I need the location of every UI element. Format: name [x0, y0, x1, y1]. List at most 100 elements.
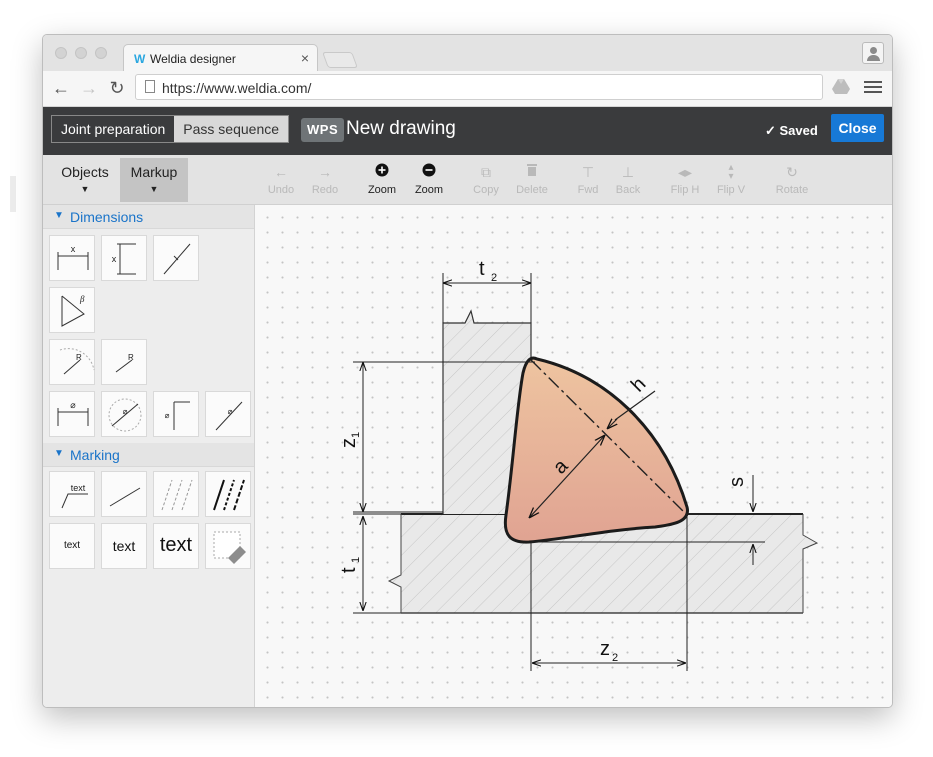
- reload-icon[interactable]: ↻: [105, 76, 129, 100]
- marking-title: Marking: [70, 447, 120, 463]
- send-back-button[interactable]: ⊥ Back: [605, 163, 651, 196]
- close-button[interactable]: Close: [831, 114, 884, 142]
- browser-window: W Weldia designer × ← → ↻ https://www.we…: [42, 34, 893, 708]
- address-toolbar: ← → ↻ https://www.weldia.com/: [43, 71, 892, 107]
- z1-label: z: [338, 438, 360, 448]
- rotate-button[interactable]: ↻ Rotate: [769, 163, 815, 196]
- dim-x-label: x: [112, 254, 117, 264]
- text-large-tool[interactable]: text: [153, 523, 199, 569]
- drawing-canvas[interactable]: t 2 z 1 t 1 z 2 s a h: [255, 205, 892, 707]
- hatch-bold-tool[interactable]: [205, 471, 251, 517]
- copy-icon: ⧉: [481, 164, 491, 180]
- tab-title: Weldia designer: [150, 52, 236, 66]
- linear-vertical-dimension-tool[interactable]: x: [101, 235, 147, 281]
- forward-arrow-icon[interactable]: →: [77, 76, 101, 100]
- redo-label: Redo: [311, 184, 339, 196]
- weld-drawing[interactable]: t 2 z 1 t 1 z 2 s a h: [255, 205, 892, 707]
- saved-status: ✓ Saved: [765, 123, 818, 138]
- diameter-linear-tool[interactable]: ⌀: [49, 391, 95, 437]
- mark-text-small-label: text: [63, 540, 81, 551]
- radius-leader-tool[interactable]: R: [101, 339, 147, 385]
- text-medium-tool[interactable]: text: [101, 523, 147, 569]
- undo-label: Undo: [267, 184, 295, 196]
- trash-icon: [509, 163, 555, 181]
- flip-vertical-button[interactable]: ▴ ▾ Flip V: [708, 162, 754, 197]
- delete-button[interactable]: Delete: [509, 163, 555, 196]
- diameter-vertical-tool[interactable]: ⌀: [153, 391, 199, 437]
- aligned-dimension-tool[interactable]: [153, 235, 199, 281]
- t2-subscript: 2: [491, 272, 497, 284]
- undo-button[interactable]: ← Undo: [258, 163, 304, 196]
- app-header: Joint preparation Pass sequence WPS New …: [43, 107, 892, 155]
- zoom-in-icon: [359, 163, 405, 181]
- copy-label: Copy: [473, 184, 499, 196]
- tab-close-icon[interactable]: ×: [301, 50, 309, 66]
- objects-label: Objects: [61, 164, 109, 180]
- s-label: s: [726, 477, 748, 487]
- markup-label: Markup: [130, 164, 178, 180]
- z2-subscript: 2: [612, 652, 618, 664]
- line-tool[interactable]: [101, 471, 147, 517]
- markup-menu-button[interactable]: Markup ▼: [120, 158, 188, 202]
- diameter-aligned-tool[interactable]: ⌀: [205, 391, 251, 437]
- eraser-tool[interactable]: [205, 523, 251, 569]
- dim-dia-label: ⌀: [165, 411, 170, 420]
- new-tab-button[interactable]: [322, 52, 358, 68]
- marking-section-header[interactable]: ▼ Marking: [43, 443, 254, 467]
- hatch-light-tool[interactable]: [153, 471, 199, 517]
- flip-h-label: Flip H: [670, 184, 700, 196]
- text-small-tool[interactable]: text: [49, 523, 95, 569]
- flip-horizontal-button[interactable]: ◂▸ Flip H: [662, 163, 708, 196]
- dim-beta-label: β: [79, 294, 85, 304]
- t1-label: t: [338, 567, 360, 573]
- browser-tab[interactable]: W Weldia designer ×: [123, 44, 318, 72]
- dim-dia-label: ⌀: [228, 407, 233, 416]
- window-minimize-light[interactable]: [75, 47, 87, 59]
- wps-badge: WPS: [301, 118, 345, 142]
- text-leader-tool[interactable]: text: [49, 471, 95, 517]
- eraser-icon: [213, 531, 246, 564]
- editor-toolbar: Objects ▼ Markup ▼ ← Undo → Redo Zoom Zo…: [43, 155, 892, 205]
- z2-label: z: [600, 638, 610, 660]
- flip-v-label: Flip V: [716, 184, 746, 196]
- tab-bar: W Weldia designer ×: [43, 35, 892, 72]
- dim-x-label: x: [71, 244, 76, 254]
- window-close-light[interactable]: [55, 47, 67, 59]
- page-icon: [145, 80, 155, 93]
- background-artifact: [10, 176, 16, 212]
- linear-horizontal-dimension-tool[interactable]: x: [49, 235, 95, 281]
- objects-menu-button[interactable]: Objects ▼: [51, 158, 119, 202]
- zoom-in-button[interactable]: Zoom: [359, 163, 405, 196]
- drive-extension-icon[interactable]: [831, 78, 851, 96]
- zoom-out-button[interactable]: Zoom: [406, 163, 452, 196]
- chevron-down-icon: ▼: [54, 210, 64, 221]
- caret-down-icon: ▼: [80, 184, 90, 194]
- profile-icon[interactable]: [862, 42, 884, 64]
- redo-button[interactable]: → Redo: [302, 163, 348, 196]
- back-arrow-icon[interactable]: ←: [49, 76, 73, 100]
- pass-sequence-button[interactable]: Pass sequence: [174, 116, 289, 142]
- mode-toggle: Joint preparation Pass sequence: [51, 115, 290, 143]
- rotate-icon: ↻: [786, 164, 798, 180]
- h-label: h: [627, 373, 650, 396]
- dimensions-title: Dimensions: [70, 209, 144, 225]
- dimensions-section-header[interactable]: ▼ Dimensions: [43, 205, 254, 229]
- zoom-out-icon: [406, 163, 452, 181]
- browser-menu-icon[interactable]: [864, 78, 882, 96]
- rotate-label: Rotate: [775, 184, 809, 196]
- angle-dimension-tool[interactable]: β: [49, 287, 95, 333]
- drawing-title[interactable]: New drawing: [346, 118, 456, 140]
- copy-button[interactable]: ⧉ Copy: [463, 163, 509, 196]
- z1-subscript: 1: [350, 432, 362, 438]
- radius-dimension-tool[interactable]: R: [49, 339, 95, 385]
- address-bar[interactable]: https://www.weldia.com/: [135, 74, 823, 100]
- zoom-out-label: Zoom: [414, 184, 444, 196]
- dim-r-label: R: [128, 353, 134, 362]
- caret-down-icon: ▼: [149, 184, 159, 194]
- diameter-circle-tool[interactable]: ⌀: [101, 391, 147, 437]
- window-zoom-light[interactable]: [95, 47, 107, 59]
- joint-preparation-button[interactable]: Joint preparation: [52, 116, 175, 142]
- flip-vertical-icon: ▴ ▾: [728, 162, 734, 182]
- t2-label: t: [479, 258, 485, 280]
- weldia-logo-icon: W: [134, 52, 146, 66]
